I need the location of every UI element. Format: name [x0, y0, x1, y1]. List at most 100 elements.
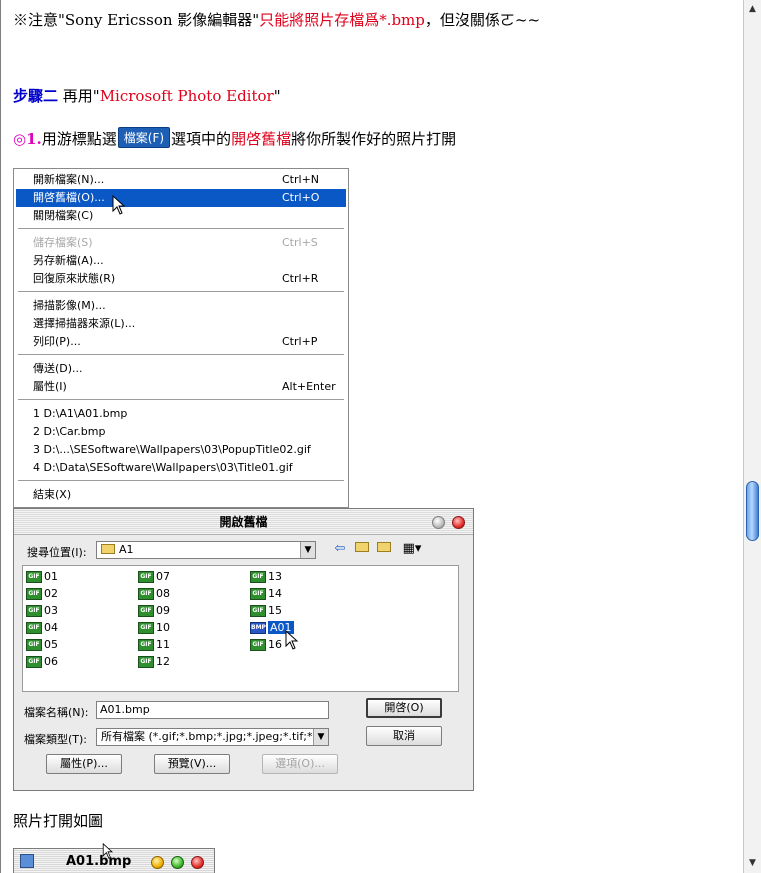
- menu-item-label: 開新檔案(N)...: [33, 173, 105, 186]
- step2-app-name: Microsoft Photo Editor: [99, 87, 274, 105]
- menu-item-label: 掃描影像(M)...: [33, 299, 106, 312]
- image-window: A01.bmp: [13, 843, 215, 873]
- file-item[interactable]: GIF 03: [26, 603, 58, 619]
- menu-item-recent-2[interactable]: 2 D:\Car.bmp: [16, 423, 346, 441]
- minimize-icon[interactable]: [432, 516, 445, 529]
- file-item[interactable]: GIF 13: [250, 569, 282, 585]
- menu-item-shortcut: Ctrl+S: [282, 236, 318, 249]
- menu-item-recent-1[interactable]: 1 D:\A1\A01.bmp: [16, 405, 346, 423]
- open-button[interactable]: 開啓(O): [366, 698, 442, 718]
- scrollbar-thumb[interactable]: [746, 481, 759, 541]
- filetype-combo[interactable]: 所有檔案 (*.gif;*.bmp;*.jpg;*.jpeg;*.tif;*.p…: [96, 728, 329, 746]
- filename-label: 檔案名稱(N):: [24, 706, 89, 719]
- menu-item-exit[interactable]: 結束(X): [16, 486, 346, 504]
- menu-item-scan[interactable]: 掃描影像(M)...: [16, 297, 346, 315]
- menu-separator: [18, 291, 344, 292]
- mouse-pointer-icon: [285, 630, 299, 650]
- file-item[interactable]: GIF 16: [250, 637, 282, 653]
- caption-text: 照片打開如圖: [13, 812, 104, 830]
- folder-icon: [101, 544, 115, 554]
- menu-item-shortcut: Ctrl+R: [282, 272, 319, 285]
- gif-file-icon: GIF: [138, 656, 154, 668]
- gif-file-icon: GIF: [138, 639, 154, 651]
- menu-item-new[interactable]: 開新檔案(N)... Ctrl+N: [16, 171, 346, 189]
- scroll-down-icon[interactable]: ▼: [744, 856, 761, 870]
- filename-input[interactable]: A01.bmp: [96, 701, 329, 719]
- gif-file-icon: GIF: [138, 571, 154, 583]
- gif-file-icon: GIF: [138, 622, 154, 634]
- instruction-highlight: 開啓舊檔: [231, 130, 292, 148]
- close-icon[interactable]: [191, 856, 204, 869]
- filetype-label: 檔案類型(T):: [24, 733, 88, 746]
- menu-item-send[interactable]: 傳送(D)...: [16, 360, 346, 378]
- up-folder-icon[interactable]: [354, 542, 370, 556]
- menu-item-label: 關閉檔案(C): [33, 209, 94, 222]
- menu-item-close[interactable]: 關閉檔案(C): [16, 207, 346, 225]
- menu-item-shortcut: Ctrl+P: [282, 335, 318, 348]
- cancel-button[interactable]: 取消: [366, 726, 442, 746]
- menu-item-label: 另存新檔(A)...: [33, 254, 104, 267]
- mouse-pointer-icon: [102, 843, 114, 859]
- file-item[interactable]: GIF 10: [138, 620, 170, 636]
- step2-label: 步驟二: [13, 87, 59, 105]
- menu-item-recent-3[interactable]: 3 D:\...\SESoftware\Wallpapers\03\PopupT…: [16, 441, 346, 459]
- new-folder-icon[interactable]: [376, 542, 392, 556]
- gif-file-icon: GIF: [26, 639, 42, 651]
- step2-text: 再用": [58, 87, 100, 105]
- options-button: 選項(O)...: [262, 754, 338, 774]
- menu-item-print[interactable]: 列印(P)... Ctrl+P: [16, 333, 346, 351]
- gif-file-icon: GIF: [250, 588, 266, 600]
- tutorial-page: ※注意"Sony Ericsson 影像編輯器"只能將照片存檔爲*.bmp，但沒…: [0, 0, 743, 873]
- instruction-number: ◎1.: [13, 130, 42, 148]
- menu-item-label: 儲存檔案(S): [33, 236, 93, 249]
- menu-item-recent-4[interactable]: 4 D:\Data\SESoftware\Wallpapers\03\Title…: [16, 459, 346, 477]
- file-item[interactable]: GIF 02: [26, 586, 58, 602]
- filetype-value: 所有檔案 (*.gif;*.bmp;*.jpg;*.jpeg;*.tif;*.p: [101, 730, 323, 743]
- file-item[interactable]: GIF 09: [138, 603, 170, 619]
- menu-item-label: 列印(P)...: [33, 335, 81, 348]
- open-file-dialog: 開啟舊檔 搜尋位置(I): A1 ▼ ⇦ ▦▾ GIF 01 GIF 02 GIF 0…: [13, 508, 474, 791]
- menu-item-revert[interactable]: 回復原來狀態(R) Ctrl+R: [16, 270, 346, 288]
- file-item[interactable]: GIF 15: [250, 603, 282, 619]
- minimize-icon[interactable]: [151, 856, 164, 869]
- gif-file-icon: GIF: [26, 656, 42, 668]
- dialog-title: 開啟舊檔: [219, 515, 268, 529]
- lookin-label: 搜尋位置(I):: [27, 546, 87, 559]
- close-icon[interactable]: [452, 516, 465, 529]
- properties-button[interactable]: 屬性(P)...: [46, 754, 122, 774]
- menu-item-shortcut: Alt+Enter: [282, 380, 336, 393]
- file-item[interactable]: GIF 06: [26, 654, 58, 670]
- menu-item-select-scanner[interactable]: 選擇掃描器來源(L)...: [16, 315, 346, 333]
- file-list: GIF 01 GIF 02 GIF 03 GIF 04 GIF 05 GIF 06 GIF 0…: [22, 565, 459, 692]
- menu-item-open[interactable]: 開啓舊檔(O)... Ctrl+O: [16, 189, 346, 207]
- vertical-scrollbar[interactable]: ▲ ▼: [743, 0, 761, 873]
- menu-item-save: 儲存檔案(S) Ctrl+S: [16, 234, 346, 252]
- file-item[interactable]: GIF 01: [26, 569, 58, 585]
- menu-item-label: 3 D:\...\SESoftware\Wallpapers\03\PopupT…: [33, 443, 311, 456]
- zoom-icon[interactable]: [171, 856, 184, 869]
- lookin-combo[interactable]: A1 ▼: [96, 541, 316, 559]
- file-item[interactable]: GIF 04: [26, 620, 58, 636]
- menu-separator: [18, 480, 344, 481]
- file-item[interactable]: GIF 05: [26, 637, 58, 653]
- menu-item-label: 傳送(D)...: [33, 362, 83, 375]
- menu-item-properties[interactable]: 屬性(I) Alt+Enter: [16, 378, 346, 396]
- menu-item-label: 屬性(I): [33, 380, 67, 393]
- step2-heading: 步驟二 再用"Microsoft Photo Editor": [13, 85, 281, 106]
- step2-close-quote: ": [273, 87, 281, 105]
- file-item[interactable]: GIF 11: [138, 637, 170, 653]
- menu-item-label: 開啓舊檔(O)...: [33, 191, 105, 204]
- menu-item-save-as[interactable]: 另存新檔(A)...: [16, 252, 346, 270]
- view-menu-icon[interactable]: ▦▾: [400, 542, 424, 556]
- instruction-text1: 用游標點選: [41, 130, 117, 148]
- file-item[interactable]: GIF 07: [138, 569, 170, 585]
- intro-red-text: 只能將照片存檔爲*.bmp: [259, 11, 425, 29]
- gif-file-icon: GIF: [250, 605, 266, 617]
- scroll-up-icon[interactable]: ▲: [744, 2, 761, 16]
- preview-button[interactable]: 預覽(V)...: [154, 754, 230, 774]
- file-item[interactable]: GIF 12: [138, 654, 170, 670]
- file-item[interactable]: GIF 14: [250, 586, 282, 602]
- file-item[interactable]: GIF 08: [138, 586, 170, 602]
- back-arrow-icon[interactable]: ⇦: [332, 542, 348, 556]
- menu-separator: [18, 228, 344, 229]
